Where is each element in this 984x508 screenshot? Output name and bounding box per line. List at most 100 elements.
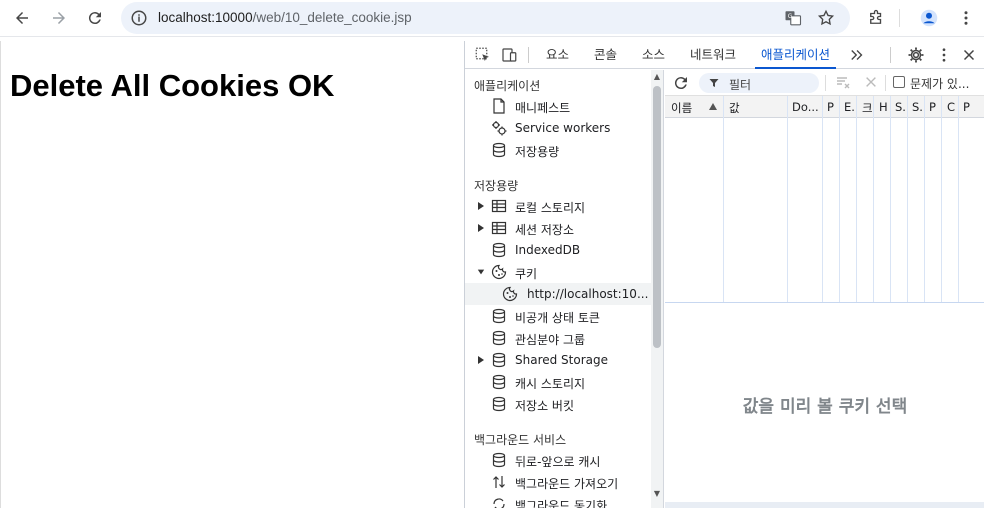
delete-all-icon[interactable] (864, 75, 878, 89)
back-button[interactable] (9, 5, 35, 31)
expand-arrow-icon[interactable] (477, 223, 485, 233)
tab-application[interactable]: 애플리케이션 (755, 41, 837, 69)
more-tabs-chevron-icon[interactable] (848, 46, 866, 64)
column-priority[interactable]: P (963, 100, 970, 114)
sidebar-item-indexeddb[interactable]: IndexedDB (465, 239, 651, 261)
column-cross-site[interactable]: C (947, 100, 955, 114)
sidebar-item-shared-storage[interactable]: Shared Storage (465, 349, 651, 371)
collapse-arrow-icon[interactable] (477, 267, 485, 277)
tab-elements[interactable]: 요소 (546, 41, 569, 69)
issues-checkbox[interactable] (893, 76, 905, 88)
sidebar-scrollbar[interactable]: ▲ ▼ (651, 70, 663, 508)
kebab-menu-icon (964, 11, 968, 25)
sidebar-item-label: 저장소 버킷 (515, 399, 575, 413)
column-divider (890, 96, 891, 302)
sidebar-item-session-storage[interactable]: 세션 저장소 (465, 217, 651, 239)
sidebar-item-storage-buckets[interactable]: 저장소 버킷 (465, 393, 651, 415)
column-name[interactable]: 이름 (671, 100, 692, 116)
column-path[interactable]: P (827, 100, 834, 114)
cookies-pane: 필터 문제가 있... 이름 값 Do... P E. 크 H S. S. P … (665, 70, 984, 508)
expand-arrow-icon[interactable] (477, 355, 485, 365)
column-divider (723, 96, 724, 302)
sidebar-item-storage[interactable]: 저장용량 (465, 139, 651, 161)
sidebar-item-private-state-tokens[interactable]: 비공개 상태 토큰 (465, 305, 651, 327)
bottom-strip (665, 502, 984, 508)
sidebar-item-background-sync[interactable]: 백그라운드 동기화 (465, 493, 651, 508)
column-expires[interactable]: E. (844, 100, 855, 114)
sidebar-item-label: 뒤로-앞으로 캐시 (515, 455, 601, 469)
column-samesite[interactable]: S. (912, 100, 923, 114)
sidebar-item-service-workers[interactable]: Service workers (465, 117, 651, 139)
tab-sources[interactable]: 소스 (642, 41, 665, 69)
sidebar-item-label: 매니페스트 (515, 101, 571, 115)
bookmark-star-icon[interactable] (817, 9, 835, 27)
table-splitter[interactable] (665, 302, 984, 303)
page-heading: Delete All Cookies OK (10, 68, 335, 103)
puzzle-icon (870, 9, 882, 24)
column-value[interactable]: 값 (729, 100, 740, 116)
tabbar-divider-right (890, 47, 891, 63)
refresh-icon[interactable] (672, 74, 690, 92)
column-divider (822, 96, 823, 302)
devtools-panel: 요소 콘솔 소스 네트워크 애플리케이션 애플리케이션 매니페스트 Servic… (464, 41, 984, 508)
settings-gear-icon[interactable] (907, 46, 925, 64)
database-icon (492, 242, 506, 258)
inspect-element-icon[interactable] (474, 46, 492, 64)
device-toolbar-icon[interactable] (500, 46, 518, 64)
reload-icon (88, 12, 101, 25)
column-divider (941, 96, 942, 302)
forward-button[interactable] (46, 5, 72, 31)
sidebar-section-storage: 저장용량 (474, 179, 519, 193)
reload-button[interactable] (82, 5, 108, 31)
database-icon (492, 374, 506, 390)
sidebar-item-manifest[interactable]: 매니페스트 (465, 95, 651, 117)
scroll-down-arrow-icon[interactable]: ▼ (653, 490, 661, 498)
file-icon (493, 98, 505, 114)
filter-funnel-icon (709, 79, 719, 87)
sidebar-item-cache-storage[interactable]: 캐시 스토리지 (465, 371, 651, 393)
filter-input[interactable]: 필터 (699, 73, 819, 93)
sort-ascending-icon (709, 103, 717, 110)
sidebar-item-bfcache[interactable]: 뒤로-앞으로 캐시 (465, 449, 651, 471)
menu-button[interactable] (953, 5, 979, 31)
sidebar-item-label: 캐시 스토리지 (515, 377, 586, 391)
profile-button[interactable] (916, 5, 942, 31)
extensions-button[interactable] (863, 5, 889, 31)
scrollbar-thumb[interactable] (653, 86, 661, 348)
scroll-up-arrow-icon[interactable]: ▲ (653, 73, 661, 81)
column-size[interactable]: 크 (862, 100, 873, 116)
tab-console[interactable]: 콘솔 (594, 41, 617, 69)
sync-icon (493, 498, 505, 508)
sidebar-item-interest-groups[interactable]: 관심분야 그룹 (465, 327, 651, 349)
column-divider (873, 96, 874, 302)
translate-icon[interactable]: G (784, 9, 802, 27)
sidebar-item-label: http://localhost:10... (527, 287, 649, 301)
database-icon (492, 142, 506, 158)
site-info-icon[interactable] (130, 9, 148, 27)
clear-filtered-icon[interactable] (835, 74, 851, 90)
tab-network[interactable]: 네트워크 (690, 41, 736, 69)
column-secure[interactable]: S. (895, 100, 906, 114)
sidebar-item-label: 로컬 스토리지 (515, 201, 586, 215)
url-text: localhost:10000/web/10_delete_cookie.jsp (158, 10, 412, 25)
column-partition-key[interactable]: P (929, 100, 936, 114)
sidebar-item-label: 관심분야 그룹 (515, 333, 586, 347)
sidebar-item-cookies[interactable]: 쿠키 (465, 261, 651, 283)
avatar-icon (920, 9, 938, 27)
sidebar-item-cookie-origin[interactable]: http://localhost:10... (465, 283, 651, 305)
sidebar-item-label: 백그라운드 동기화 (515, 499, 608, 508)
cookie-icon (491, 264, 507, 280)
browser-toolbar: localhost:10000/web/10_delete_cookie.jsp… (0, 0, 984, 37)
column-domain[interactable]: Do... (792, 100, 819, 114)
devtools-menu-icon[interactable] (935, 46, 953, 64)
devtools-tabbar: 요소 콘솔 소스 네트워크 애플리케이션 (465, 41, 984, 69)
database-icon (492, 352, 506, 368)
close-devtools-icon[interactable] (960, 46, 978, 64)
sidebar-item-background-fetch[interactable]: 백그라운드 가져오기 (465, 471, 651, 493)
sidebar-item-label: 백그라운드 가져오기 (515, 477, 619, 491)
sidebar-item-local-storage[interactable]: 로컬 스토리지 (465, 195, 651, 217)
expand-arrow-icon[interactable] (477, 201, 485, 211)
address-bar[interactable]: localhost:10000/web/10_delete_cookie.jsp… (121, 2, 850, 34)
column-httponly[interactable]: H (879, 100, 888, 114)
filterbar-divider (825, 75, 826, 91)
